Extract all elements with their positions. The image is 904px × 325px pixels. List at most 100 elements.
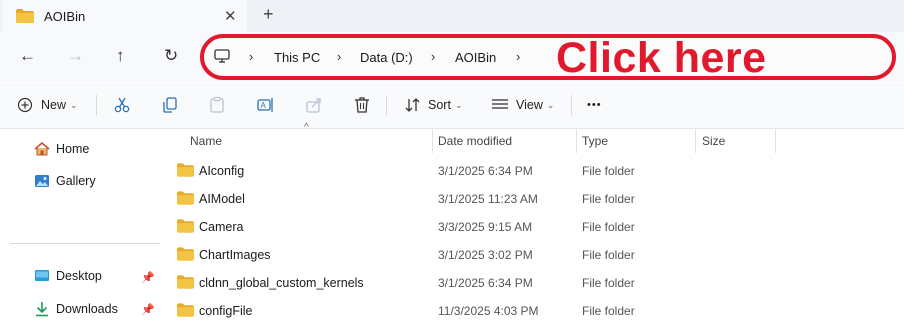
up-button[interactable]: ↑	[116, 46, 125, 66]
table-row[interactable]: AIconfig 3/1/2025 6:34 PM File folder	[163, 157, 904, 185]
plus-circle-icon	[17, 97, 33, 113]
folder-icon	[177, 303, 194, 317]
paste-icon	[210, 96, 224, 113]
column-header-name[interactable]: Name	[190, 134, 222, 148]
desktop-icon	[35, 270, 49, 281]
tab-aoibin[interactable]: AOIBin ✕	[2, 0, 247, 32]
file-name: AIconfig	[199, 164, 245, 178]
column-divider[interactable]	[695, 129, 696, 153]
sidebar-item-home[interactable]: Home	[34, 141, 89, 157]
folder-icon	[177, 247, 194, 261]
folder-icon	[16, 9, 34, 23]
copy-button[interactable]	[161, 93, 179, 117]
column-divider[interactable]	[775, 129, 776, 153]
folder-icon	[177, 219, 194, 233]
breadcrumb-separator[interactable]: ›	[249, 49, 253, 64]
table-row[interactable]: Camera 3/3/2025 9:15 AM File folder	[163, 213, 904, 241]
address-row: ← → ↑ ↻ › This PC › Data (D:) › AOIBin ›…	[0, 32, 904, 82]
chevron-down-icon: ⌄	[546, 99, 555, 110]
divider	[386, 95, 387, 115]
file-type: File folder	[582, 276, 635, 290]
navigation-pane: Home Gallery Desktop 📌 Downloads 📌	[0, 129, 163, 324]
back-button[interactable]: ←	[19, 46, 36, 66]
new-tab-button[interactable]: +	[263, 4, 274, 25]
new-label: New	[41, 98, 67, 112]
refresh-button[interactable]: ↻	[164, 46, 178, 66]
sidebar-item-label: Downloads	[56, 302, 118, 316]
tab-strip: AOIBin ✕ +	[0, 0, 904, 32]
pin-icon[interactable]: 📌	[141, 303, 155, 316]
column-divider[interactable]	[432, 129, 433, 153]
column-headers: ^ Name Date modified Type Size	[163, 122, 904, 153]
table-row[interactable]: configFile 11/3/2025 4:03 PM File folder	[163, 297, 904, 325]
sidebar-item-label: Gallery	[56, 174, 96, 188]
chevron-down-icon: ⌄	[70, 99, 78, 110]
column-header-date[interactable]: Date modified	[438, 134, 512, 148]
share-button[interactable]	[305, 93, 323, 117]
download-icon	[36, 302, 48, 317]
breadcrumb-data-drive[interactable]: Data (D:)	[360, 50, 413, 65]
file-type: File folder	[582, 248, 635, 262]
column-header-type[interactable]: Type	[582, 134, 608, 148]
file-name: cldnn_global_custom_kernels	[199, 276, 364, 290]
divider	[96, 95, 97, 115]
table-row[interactable]: ChartImages 3/1/2025 3:02 PM File folder	[163, 241, 904, 269]
scissors-icon	[114, 97, 130, 113]
sort-button[interactable]: Sort ⌄	[404, 93, 462, 117]
table-row[interactable]: cldnn_global_custom_kernels 3/1/2025 6:3…	[163, 269, 904, 297]
delete-button[interactable]	[353, 93, 371, 117]
breadcrumb-separator[interactable]: ›	[431, 49, 435, 64]
folder-icon	[177, 275, 194, 289]
sidebar-item-desktop[interactable]: Desktop	[34, 269, 102, 283]
pin-icon[interactable]: 📌	[141, 271, 155, 284]
file-date: 3/3/2025 9:15 AM	[438, 220, 533, 234]
tab-title: AOIBin	[44, 9, 86, 24]
gallery-icon	[35, 175, 49, 187]
copy-icon	[163, 97, 177, 113]
file-date: 11/3/2025 4:03 PM	[438, 304, 539, 318]
sort-icon	[405, 98, 420, 112]
rename-button[interactable]: A	[256, 93, 276, 117]
paste-button[interactable]	[208, 93, 226, 117]
breadcrumb-separator[interactable]: ›	[337, 49, 341, 64]
trash-icon	[355, 97, 369, 113]
table-row[interactable]: AIModel 3/1/2025 11:23 AM File folder	[163, 185, 904, 213]
computer-icon	[214, 49, 230, 63]
view-label: View	[516, 98, 543, 112]
command-bar: New ⌄ A Sort ⌄ View ⌄ •••	[0, 83, 904, 129]
breadcrumb-this-pc[interactable]: This PC	[274, 50, 320, 65]
column-header-size[interactable]: Size	[702, 134, 725, 148]
share-icon	[306, 98, 321, 113]
new-button[interactable]: New ⌄	[17, 93, 78, 117]
sort-ascending-icon: ^	[304, 122, 309, 133]
sidebar-item-gallery[interactable]: Gallery	[34, 173, 96, 189]
divider	[571, 95, 572, 115]
breadcrumb-separator[interactable]: ›	[516, 49, 520, 64]
cut-button[interactable]	[113, 93, 131, 117]
file-name: ChartImages	[199, 248, 271, 262]
file-type: File folder	[582, 164, 635, 178]
file-name: AIModel	[199, 192, 245, 206]
breadcrumb-aoibin[interactable]: AOIBin	[455, 50, 496, 65]
file-date: 3/1/2025 6:34 PM	[438, 164, 533, 178]
view-list-icon	[492, 99, 508, 109]
folder-icon	[177, 191, 194, 205]
file-date: 3/1/2025 6:34 PM	[438, 276, 533, 290]
folder-icon	[177, 163, 194, 177]
file-type: File folder	[582, 304, 635, 318]
sort-label: Sort	[428, 98, 451, 112]
forward-button[interactable]: →	[67, 46, 84, 66]
sidebar-item-downloads[interactable]: Downloads	[34, 301, 118, 317]
column-divider[interactable]	[576, 129, 577, 153]
more-options-button[interactable]: •••	[587, 93, 602, 117]
file-date: 3/1/2025 3:02 PM	[438, 248, 533, 262]
click-here-annotation: Click here	[556, 34, 767, 82]
file-name: configFile	[199, 304, 253, 318]
close-tab-icon[interactable]: ✕	[224, 7, 237, 25]
svg-text:A: A	[261, 101, 267, 110]
file-type: File folder	[582, 192, 635, 206]
view-button[interactable]: View ⌄	[491, 93, 554, 117]
address-bar[interactable]: › This PC › Data (D:) › AOIBin › Click h…	[200, 34, 896, 82]
sidebar-item-label: Home	[56, 142, 90, 156]
chevron-down-icon: ⌄	[454, 99, 463, 110]
